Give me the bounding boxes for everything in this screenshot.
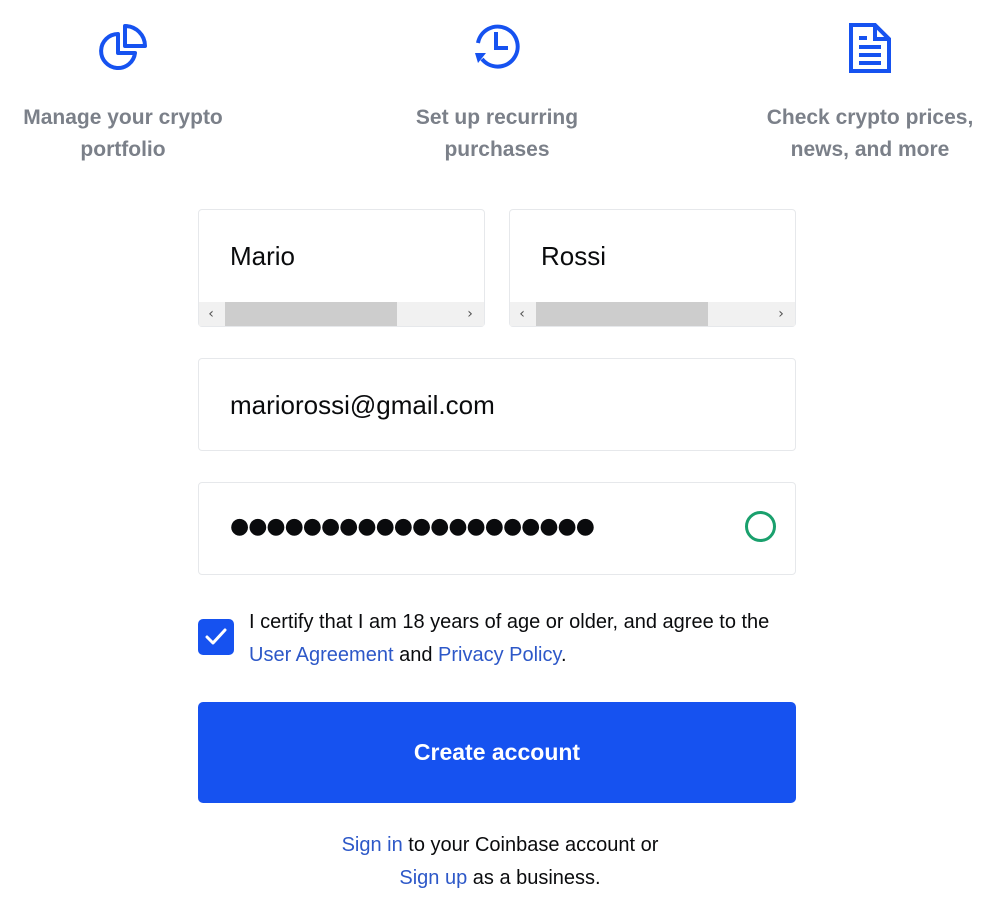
scroll-left-icon[interactable]: ‹ [510,302,534,326]
email-field[interactable]: mariorossi@gmail.com [198,358,796,451]
sign-in-link[interactable]: Sign in [342,834,403,856]
last-name-scrollbar[interactable]: ‹ › [510,302,795,326]
user-agreement-link[interactable]: User Agreement [249,644,394,666]
scroll-right-icon[interactable]: › [769,302,793,326]
terms-text: I certify that I am 18 years of age or o… [249,611,770,666]
create-account-button[interactable]: Create account [198,702,796,803]
scrollbar-thumb[interactable] [536,302,708,326]
feature-label: Check crypto prices, news, and more [766,106,974,161]
password-valid-icon [745,511,776,542]
footer-text: Sign in to your Coinbase account or Sign… [341,834,659,889]
first-name-scrollbar[interactable]: ‹ › [199,302,484,326]
first-name-field[interactable]: Mario ‹ › [198,209,485,327]
last-name-field[interactable]: Rossi ‹ › [509,209,796,327]
password-value[interactable]: ●●●●●●●●●●●●●●●●●●●● [230,514,595,539]
privacy-policy-link[interactable]: Privacy Policy [438,644,561,666]
checkmark-icon [205,628,227,645]
password-field[interactable]: ●●●●●●●●●●●●●●●●●●●● [198,482,796,575]
feature-prices: Check crypto prices, news, and more [720,20,1000,166]
feature-label: Manage your crypto portfolio [23,106,223,161]
last-name-value[interactable]: Rossi [541,241,606,272]
feature-label: Set up recurring purchases [415,106,579,161]
feature-portfolio: Manage your crypto portfolio [0,20,273,166]
scroll-right-icon[interactable]: › [458,302,482,326]
first-name-value[interactable]: Mario [230,241,295,272]
feature-recurring: Set up recurring purchases [347,20,647,166]
recurring-clock-icon [347,20,647,76]
pie-chart-icon [0,20,273,76]
document-icon [720,20,1000,76]
scroll-left-icon[interactable]: ‹ [199,302,223,326]
scrollbar-thumb[interactable] [225,302,397,326]
email-value[interactable]: mariorossi@gmail.com [230,390,495,421]
sign-up-link[interactable]: Sign up [399,867,467,889]
terms-checkbox[interactable] [198,619,234,655]
